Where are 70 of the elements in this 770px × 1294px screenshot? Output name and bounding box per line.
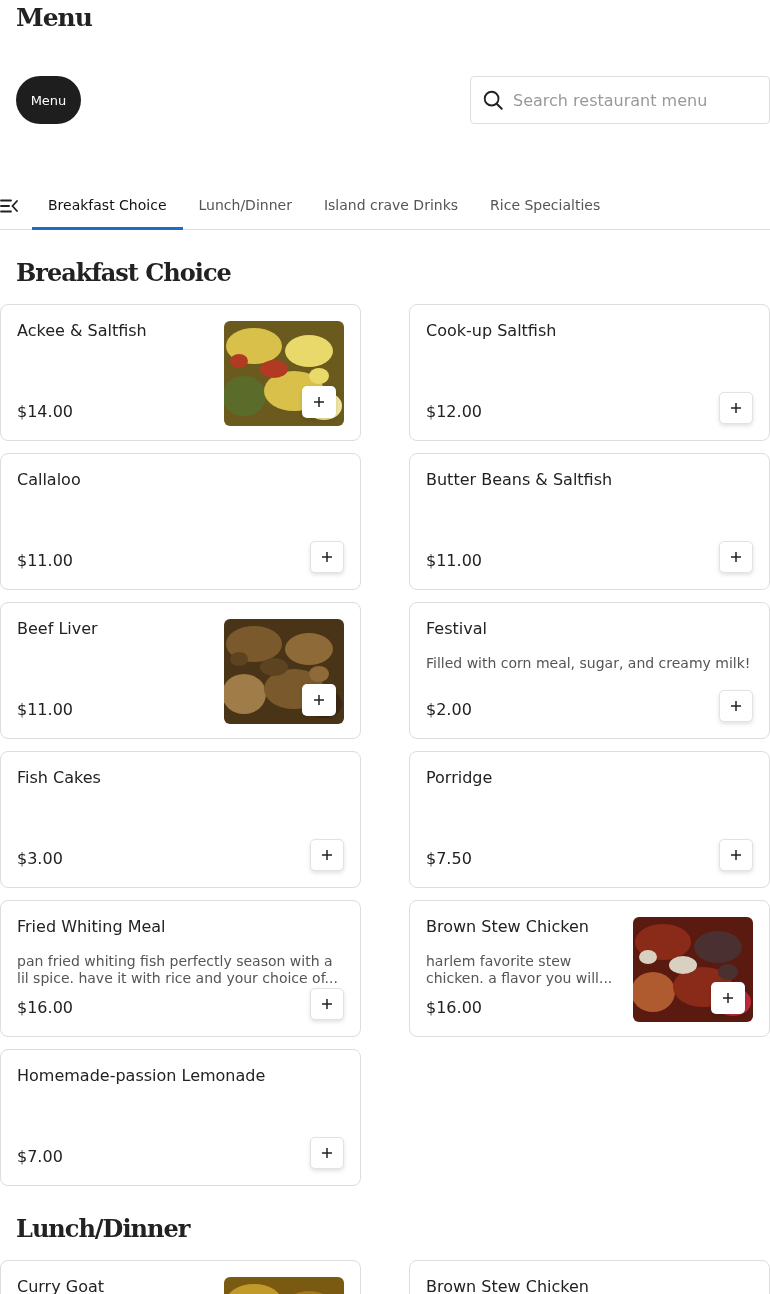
category-tab[interactable]: Rice Specialties [474,182,617,230]
section-title: Breakfast Choice [15,258,231,288]
item-name: Porridge [426,768,494,788]
item-price: $11.00 [17,551,73,571]
item-price: $2.00 [426,700,472,720]
item-description: pan fried whiting fish perfectly season with a lil spice. have it with rice and your choice of... [17,953,339,987]
menu-item-card[interactable]: Beef Liver $11.00 [0,602,361,739]
item-price: $7.00 [17,1147,63,1167]
category-tab[interactable]: Island crave Drinks [307,182,475,230]
item-price: $7.50 [426,849,472,869]
add-button[interactable] [310,988,344,1020]
menu-item-card[interactable]: Fried Whiting Meal pan fried whiting fish perfectly season with a lil spice. have it with rice and your choice of... $16.00 [0,900,361,1037]
menu-item-card[interactable]: Porridge $7.50 [409,751,770,888]
item-description: harlem favorite stew chicken. a flavor you will... [426,953,614,987]
item-description: Filled with corn meal, sugar, and creamy milk! [426,655,752,672]
plus-icon [730,849,742,861]
item-name: Fish Cakes [17,768,102,788]
plus-icon [321,849,333,861]
plus-icon [321,998,333,1010]
item-price: $11.00 [17,700,73,720]
add-button[interactable] [711,982,745,1014]
menu-item-card[interactable]: Callaloo $11.00 [0,453,361,590]
item-price: $16.00 [17,998,73,1018]
item-name: Ackee & Saltfish [17,321,148,341]
item-price: $11.00 [426,551,482,571]
menu-list-icon[interactable] [0,198,18,213]
menu-item-card[interactable]: Cook-up Saltfish $12.00 [409,304,770,441]
add-button[interactable] [302,684,336,716]
section-title: Lunch/Dinner [15,1214,190,1244]
plus-icon [321,1147,333,1159]
plus-icon [730,700,742,712]
item-name: Butter Beans & Saltfish [426,470,614,490]
item-price: $16.00 [426,998,482,1018]
plus-icon [730,551,742,563]
menu-item-card[interactable]: Fish Cakes $3.00 [0,751,361,888]
search-field[interactable]: Search restaurant menu [470,76,770,124]
plus-icon [730,402,742,414]
add-button[interactable] [310,839,344,871]
item-name: Brown Stew Chicken [426,1277,590,1294]
menu-button[interactable]: Menu [16,76,81,124]
item-name: Brown Stew Chicken [426,917,590,937]
plus-icon [313,396,325,408]
item-name: Cook-up Saltfish [426,321,558,341]
item-name: Beef Liver [17,619,99,639]
add-button[interactable] [310,1137,344,1169]
category-tab[interactable]: Breakfast Choice [32,182,183,230]
menu-item-card[interactable]: Brown Stew Chicken [409,1260,770,1294]
add-button[interactable] [719,392,753,424]
plus-icon [321,551,333,563]
menu-item-card[interactable]: Ackee & Saltfish $14.00 [0,304,361,441]
item-name: Fried Whiting Meal [17,917,167,937]
page-title: Menu [15,2,93,34]
add-button[interactable] [302,386,336,418]
add-button[interactable] [719,839,753,871]
plus-icon [313,694,325,706]
menu-item-card[interactable]: Festival Filled with corn meal, sugar, and creamy milk! $2.00 [409,602,770,739]
item-price: $14.00 [17,402,73,422]
menu-item-card[interactable]: Brown Stew Chicken harlem favorite stew chicken. a flavor you will... $16.00 [409,900,770,1037]
item-price: $3.00 [17,849,63,869]
item-price: $12.00 [426,402,482,422]
menu-item-card[interactable]: Homemade-passion Lemonade $7.00 [0,1049,361,1186]
item-name: Homemade-passion Lemonade [17,1066,267,1086]
menu-item-card[interactable]: Butter Beans & Saltfish $11.00 [409,453,770,590]
add-button[interactable] [310,541,344,573]
category-tab[interactable]: Lunch/Dinner [182,182,308,230]
plus-icon [722,992,734,1004]
add-button[interactable] [719,690,753,722]
item-name: Festival [426,619,488,639]
add-button[interactable] [719,541,753,573]
item-name: Callaloo [17,470,82,490]
